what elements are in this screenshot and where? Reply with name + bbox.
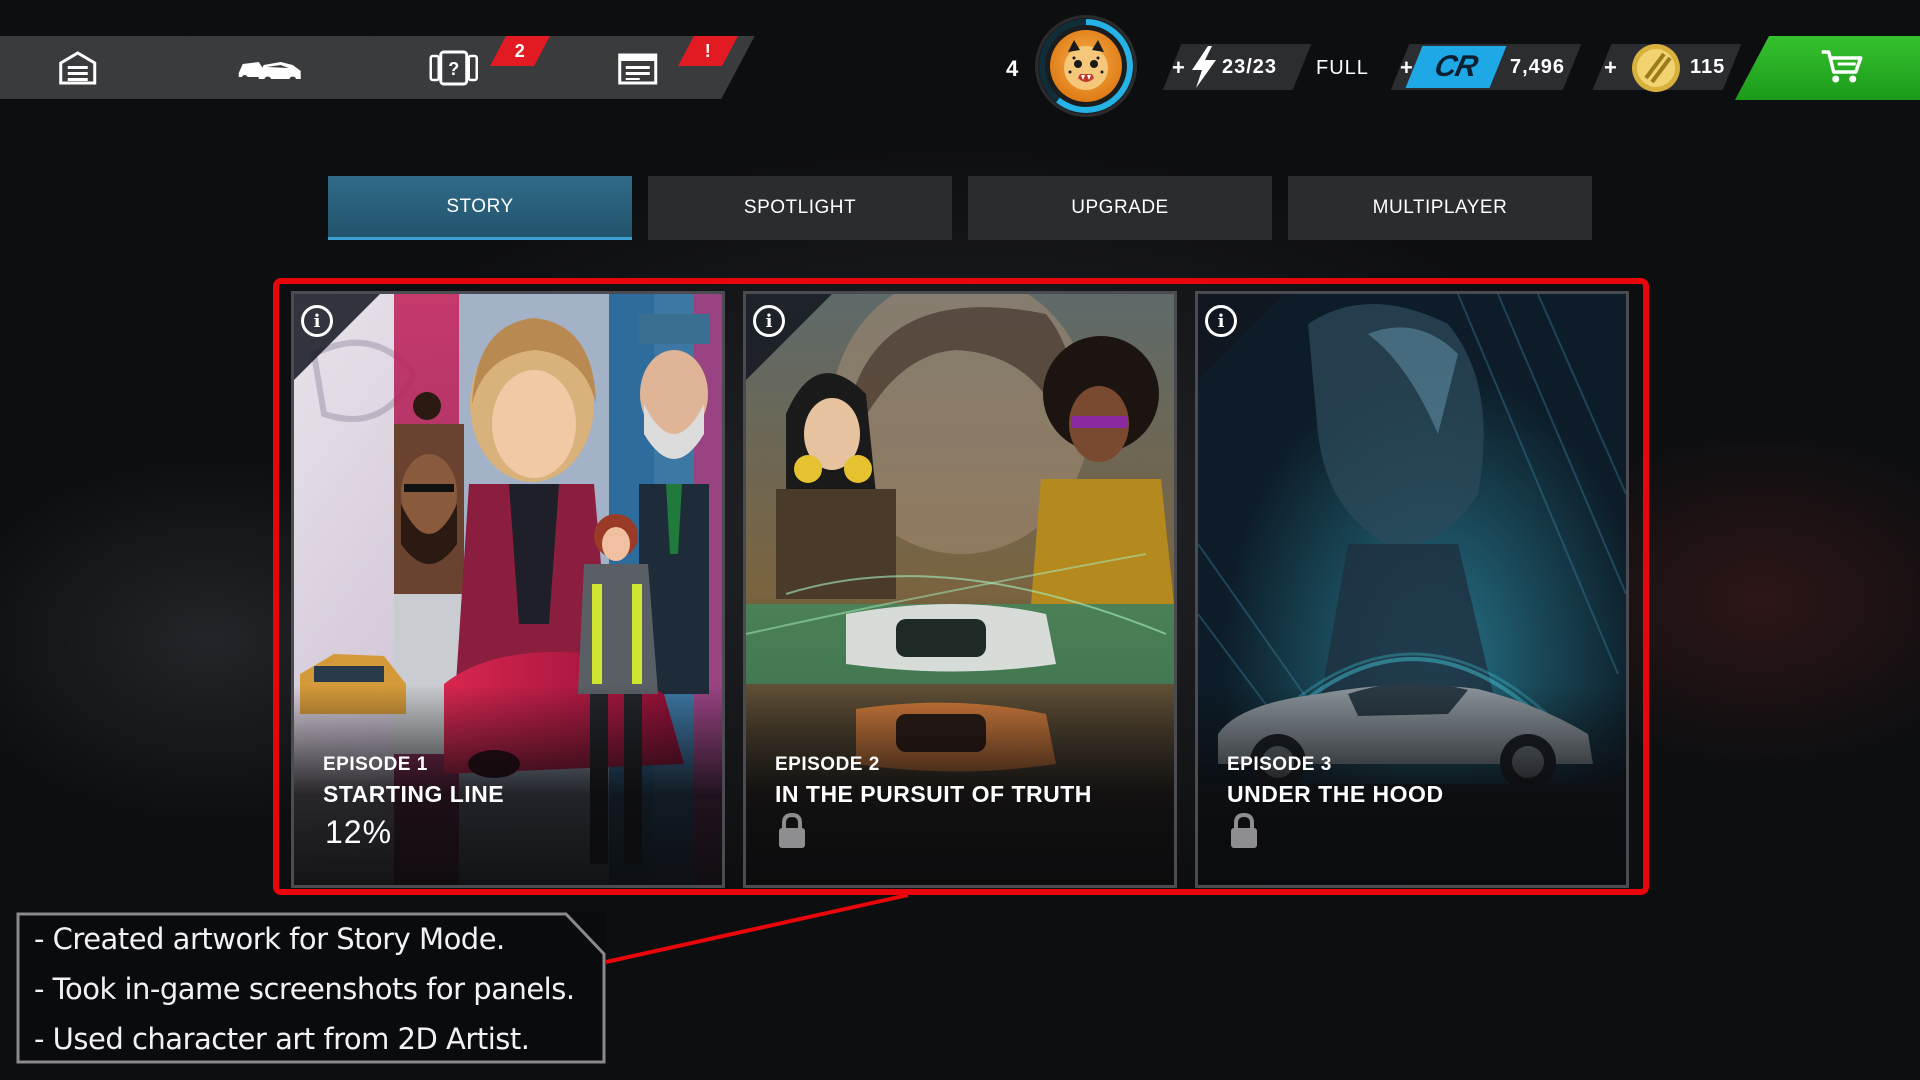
cr-currency-icon: CR	[1405, 46, 1507, 88]
tab-spotlight[interactable]: SPOTLIGHT	[648, 176, 952, 240]
calendar-icon	[618, 51, 658, 85]
gold-value: 115	[1690, 56, 1726, 78]
shop-button[interactable]	[1734, 36, 1920, 100]
note-line: - Took in-game screenshots for panels.	[34, 972, 575, 1006]
avatar[interactable]	[1038, 18, 1134, 114]
badge-count: 2	[514, 40, 525, 61]
lightning-icon	[1186, 44, 1220, 95]
fuel-value: 23/23	[1222, 56, 1278, 78]
fuel-plus-button[interactable]: +	[1172, 55, 1185, 81]
fuel-status: FULL	[1316, 57, 1369, 79]
callout-box: - Created artwork for Story Mode. - Took…	[16, 912, 606, 1064]
highlight-box	[273, 278, 1649, 895]
gold-plus-button[interactable]: +	[1604, 55, 1617, 81]
garage-icon	[58, 50, 96, 85]
note-line: - Used character art from 2D Artist.	[34, 1022, 530, 1056]
svg-text:?: ?	[449, 59, 460, 79]
note-line: - Created artwork for Story Mode.	[34, 922, 505, 956]
tab-multiplayer[interactable]: MULTIPLAYER	[1288, 176, 1592, 240]
cars-icon	[237, 53, 303, 83]
cart-icon	[1820, 48, 1864, 89]
gold-coin-icon	[1630, 42, 1682, 99]
tab-upgrade[interactable]: UPGRADE	[968, 176, 1272, 240]
mystery-cards-icon: ?	[429, 50, 479, 86]
cheetah-avatar-icon	[1050, 30, 1122, 102]
badge-alert: !	[705, 40, 711, 61]
cash-value: 7,496	[1510, 56, 1566, 78]
cr-label: CR	[1431, 50, 1481, 83]
tab-story[interactable]: STORY	[328, 176, 632, 240]
player-level: 4	[1006, 56, 1019, 81]
